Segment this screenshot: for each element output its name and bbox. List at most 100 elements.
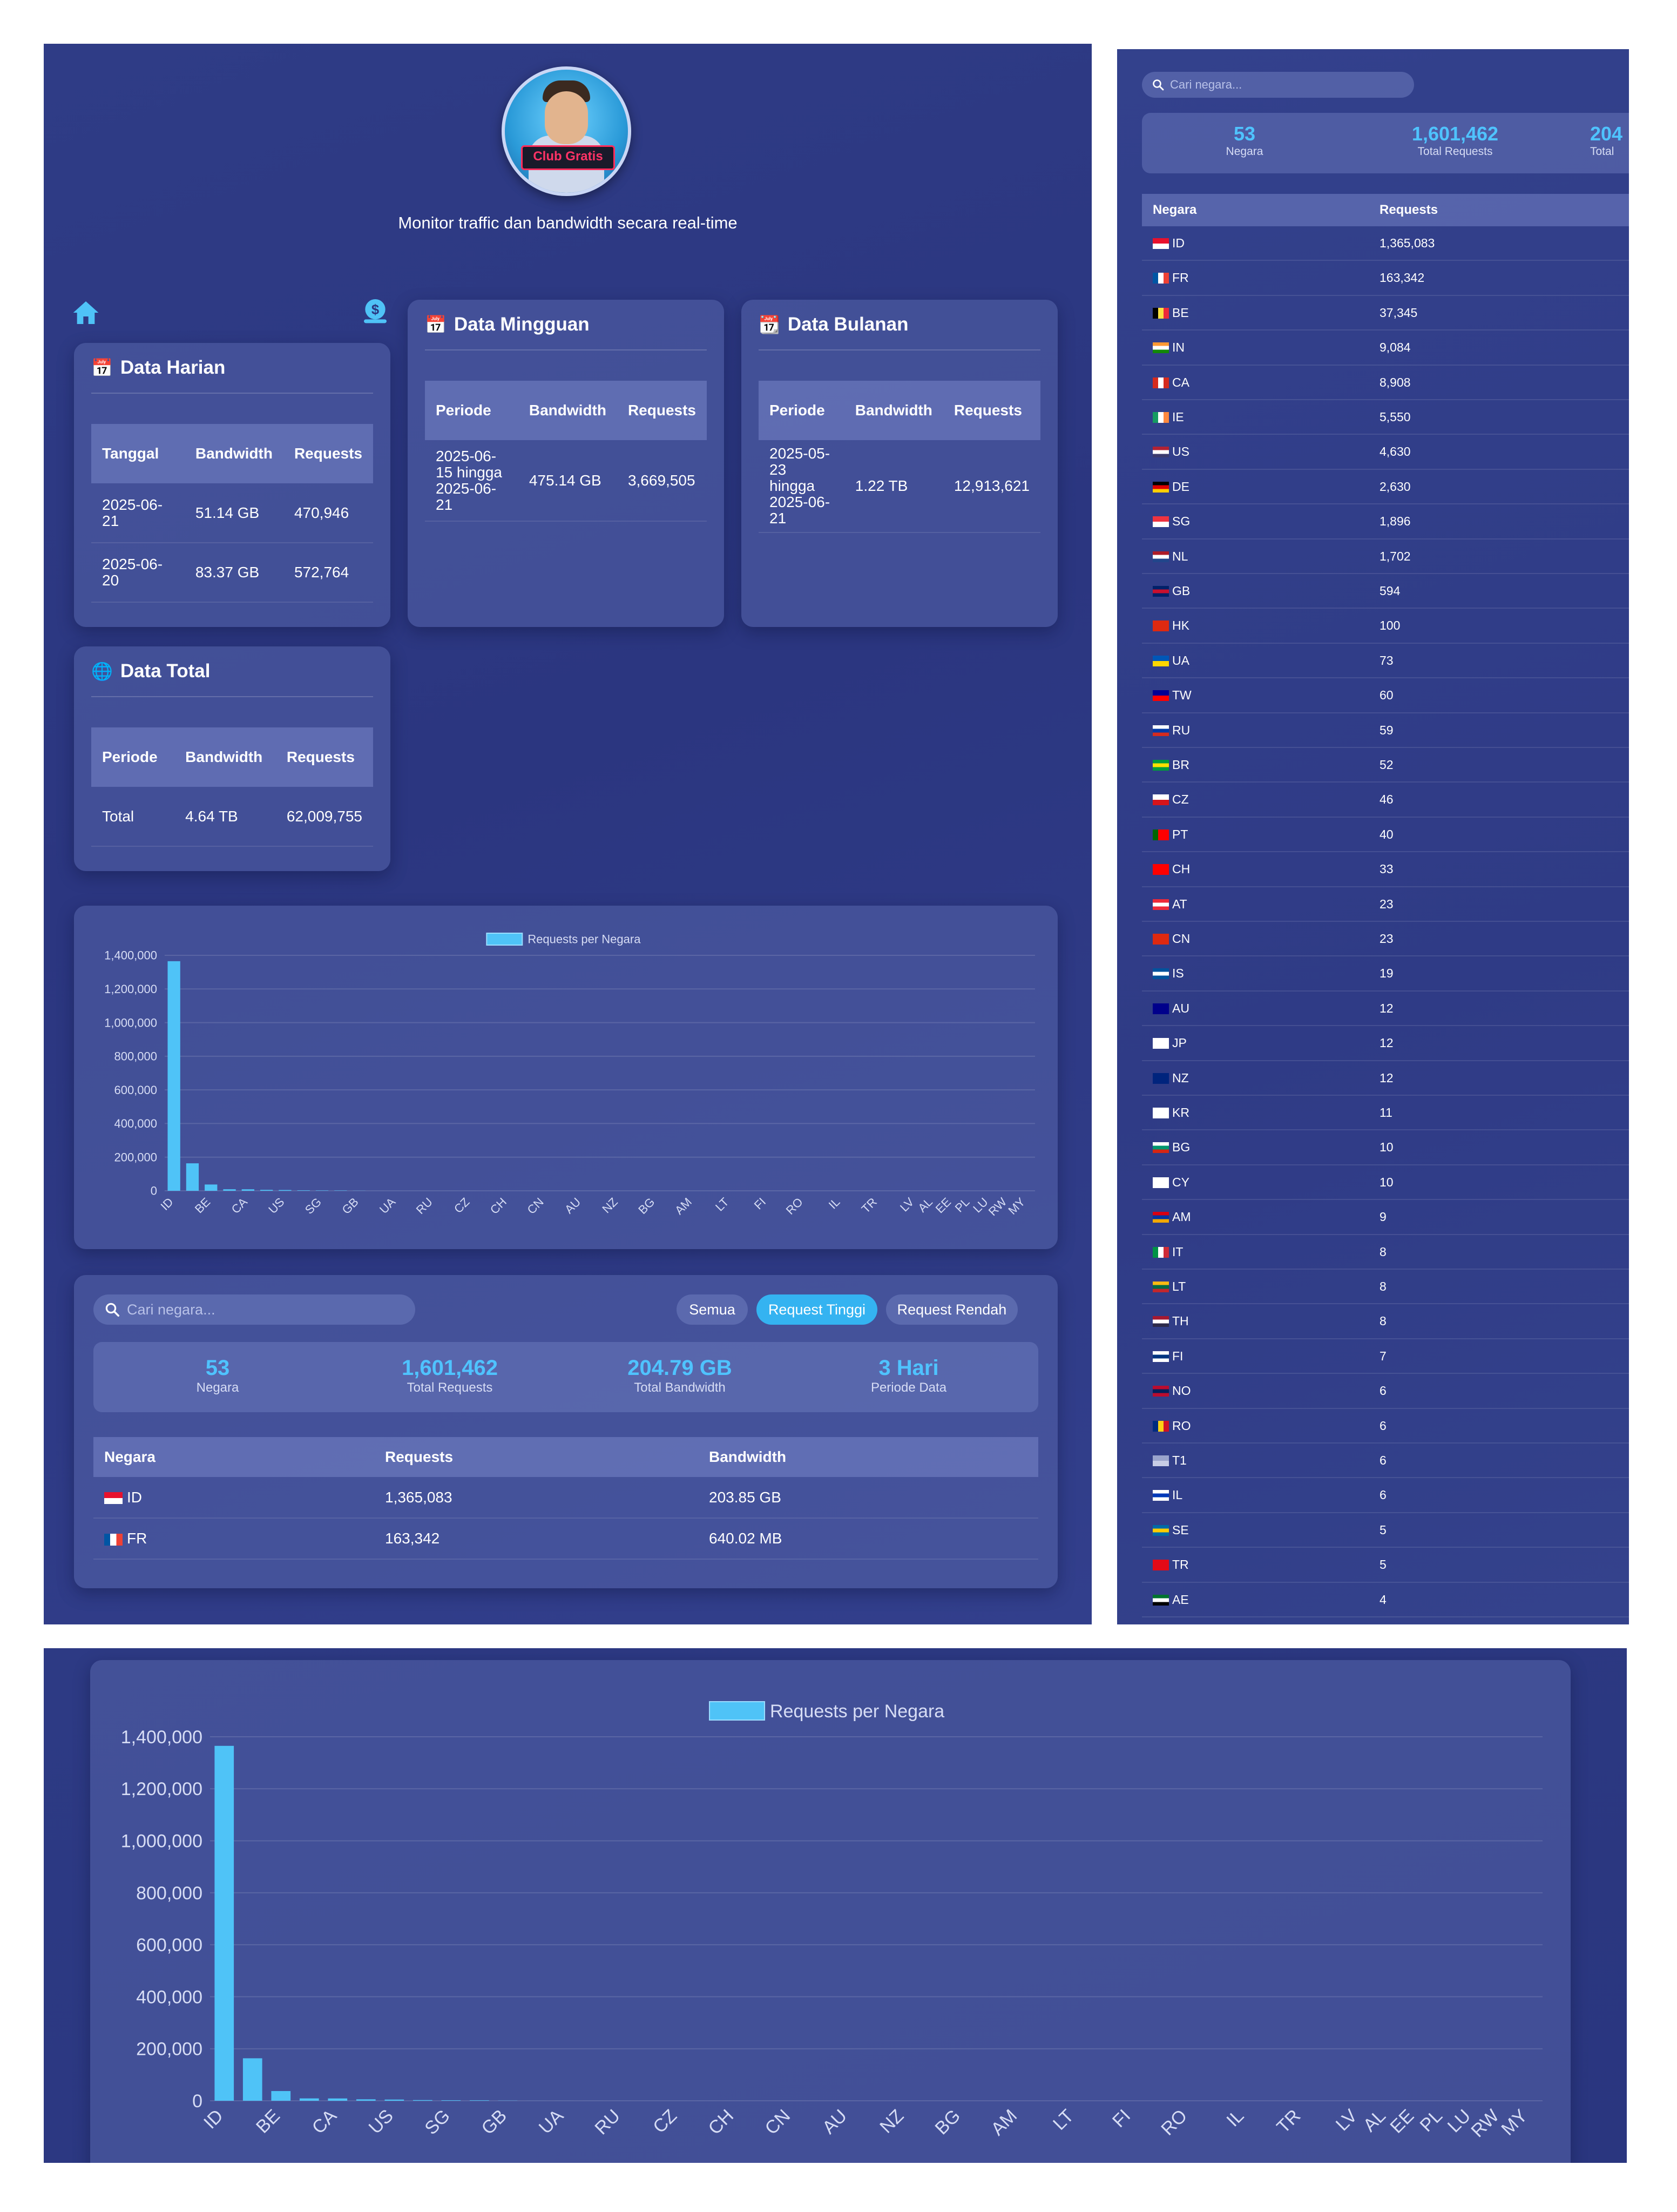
y-tick-label: 0 (151, 1184, 157, 1198)
filter-low-button[interactable]: Request Rendah (886, 1294, 1018, 1325)
flag-in-icon (1153, 342, 1169, 354)
bar-us[interactable] (384, 2099, 404, 2101)
country-list-item: RO 6 (1142, 1409, 1629, 1444)
country-list-item: T1 6 (1142, 1444, 1629, 1479)
bar-be[interactable] (205, 1184, 218, 1191)
bar-fr[interactable] (242, 2058, 262, 2101)
bar-id[interactable] (167, 961, 180, 1191)
country-list-item: CZ 46 (1142, 783, 1629, 818)
x-tick-label: IL (1222, 2106, 1248, 2131)
table-row: FR 163,342 640.02 MB (93, 1518, 1038, 1560)
club-gratis-logo: Club Gratis (521, 145, 615, 170)
country-code: KR (1172, 1105, 1189, 1120)
stat-countries: 53 Negara (1226, 123, 1263, 158)
bar-us[interactable] (279, 1190, 292, 1191)
x-tick-label: AU (819, 2106, 851, 2138)
country-code: AU (1172, 1001, 1189, 1015)
money-bag-icon[interactable]: $ (360, 295, 390, 326)
country-list-item: AU 12 (1142, 992, 1629, 1027)
country-requests: 7 (1380, 1348, 1387, 1363)
bar-sg[interactable] (315, 1190, 329, 1191)
country-search-box[interactable]: Cari negara... (93, 1294, 415, 1325)
flag-no-icon (1153, 1386, 1169, 1397)
country-code: AM (1172, 1210, 1191, 1224)
country-list-item: BG 10 (1142, 1130, 1629, 1165)
country-list-item: AM 9 (1142, 1200, 1629, 1235)
x-tick-label: LV (1332, 2106, 1362, 2135)
side-search-box[interactable]: Cari negara... (1142, 72, 1414, 98)
calendar-week-icon: 📅 (425, 315, 447, 334)
bar-be[interactable] (271, 2091, 291, 2101)
cell-bandwidth: 203.85 GB (698, 1477, 1038, 1519)
country-list-item: JP 12 (1142, 1026, 1629, 1061)
flag-se-icon (1153, 1525, 1169, 1536)
daily-card-title: Data Harian (120, 357, 226, 378)
bar-id[interactable] (214, 1745, 234, 2101)
country-requests: 9 (1380, 1210, 1387, 1224)
country-requests: 23 (1380, 932, 1394, 946)
filter-high-button[interactable]: Request Tinggi (756, 1294, 877, 1325)
country-list-item: NL 1,702 (1142, 539, 1629, 574)
filter-all-button[interactable]: Semua (677, 1294, 748, 1325)
bar-ca[interactable] (241, 1189, 255, 1191)
bar-fr[interactable] (186, 1163, 199, 1191)
bar-nl[interactable] (334, 1190, 347, 1191)
x-tick-label: IL (826, 1195, 843, 1212)
col-header: Tanggal (91, 424, 185, 483)
bar-nl[interactable] (469, 2100, 489, 2101)
country-requests: 1,365,083 (1380, 236, 1435, 250)
y-tick-label: 1,400,000 (104, 949, 157, 962)
legend-swatch[interactable] (486, 933, 523, 946)
bar-in[interactable] (299, 2098, 319, 2101)
country-code: IN (1172, 340, 1185, 355)
country-code: ID (1172, 236, 1185, 250)
x-tick-label: GB (477, 2106, 511, 2139)
flag-id-icon (104, 1492, 123, 1505)
country-requests: 10 (1380, 1175, 1394, 1189)
legend-swatch[interactable] (709, 1701, 766, 1721)
country-code: CA (1172, 375, 1189, 389)
profile-avatar: Club Gratis (502, 66, 631, 196)
country-requests: 9,084 (1380, 340, 1411, 355)
country-list-item: AT 23 (1142, 887, 1629, 922)
stats-summary: 53 Negara 1,601,462 Total Requests 204.79 … (93, 1342, 1038, 1412)
country-list-item: US 4,630 (1142, 435, 1629, 470)
country-requests: 46 (1380, 792, 1394, 807)
x-tick-label: NZ (599, 1195, 620, 1216)
x-tick-label: SG (421, 2106, 454, 2139)
table-row: ID 1,365,083 203.85 GB (93, 1477, 1038, 1519)
y-tick-label: 1,000,000 (104, 1016, 157, 1029)
stat-partial: 204 Total (1590, 123, 1623, 158)
bar-ie[interactable] (356, 2099, 376, 2101)
flag-ie-icon (1153, 412, 1169, 423)
total-data-card: 🌐 Data Total Periode Bandwidth Requests T… (74, 646, 390, 871)
cell-date: 2025-06-20 (91, 543, 185, 603)
weekly-card-title: Data Mingguan (454, 314, 590, 335)
x-tick-label: LT (1049, 2106, 1078, 2134)
x-tick-label: AU (562, 1195, 583, 1216)
table-row: Total 4.64 TB 62,009,755 (91, 787, 373, 847)
x-tick-label: EE (1386, 2106, 1418, 2137)
flag-de-icon (1153, 481, 1169, 493)
card-divider (759, 349, 1040, 350)
search-icon (105, 1303, 119, 1317)
bar-in[interactable] (223, 1189, 236, 1191)
country-list-panel: Cari negara... 53 Negara 1,601,462 Total R… (1117, 49, 1629, 1624)
bar-ie[interactable] (260, 1190, 273, 1191)
cell-requests: 470,946 (283, 483, 373, 543)
flag-is-icon (1153, 968, 1169, 980)
x-tick-label: SG (302, 1195, 324, 1217)
requests-chart-card: Requests per Negara 1,400,000 1,200,000 1,0… (74, 906, 1058, 1249)
y-tick-label: 1,400,000 (121, 1727, 202, 1748)
bar-sg[interactable] (441, 2100, 461, 2101)
side-table-header: Negara Requests (1142, 194, 1629, 226)
bar-de[interactable] (413, 2100, 432, 2101)
x-tick-label: RW (1467, 2106, 1503, 2141)
home-icon[interactable] (71, 298, 101, 328)
flag-cz-icon (1153, 794, 1169, 806)
table-row: 2025-06-20 83.37 GB 572,764 (91, 543, 373, 603)
bar-ca[interactable] (328, 2098, 348, 2101)
cell-requests: 12,913,621 (943, 440, 1040, 533)
bar-de[interactable] (297, 1190, 310, 1191)
stat-total-requests: 1,601,462 Total Requests (1411, 123, 1499, 158)
